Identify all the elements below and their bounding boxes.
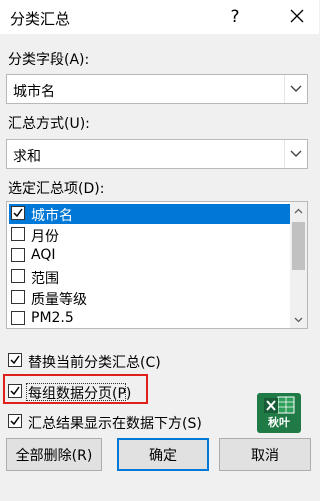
- method-select[interactable]: 求和: [6, 139, 308, 169]
- vertical-scrollbar[interactable]: [290, 202, 307, 328]
- checkbox[interactable]: [11, 227, 25, 241]
- scroll-up-icon[interactable]: [290, 202, 307, 219]
- list-item-label: 范围: [31, 271, 59, 287]
- list-item-label: 质量等级: [31, 292, 87, 308]
- field-select[interactable]: 城市名: [6, 74, 308, 104]
- checkbox-label: 汇总结果显示在数据下方(S): [28, 416, 202, 432]
- checkbox-label: 替换当前分类汇总(C): [28, 355, 161, 371]
- list-item-label: 月份: [31, 229, 59, 245]
- checkbox[interactable]: [11, 311, 25, 325]
- checkbox[interactable]: [8, 414, 22, 428]
- chevron-down-icon[interactable]: [284, 75, 307, 103]
- dialog-title: 分类汇总: [10, 10, 71, 28]
- list-item[interactable]: 范围: [9, 267, 293, 287]
- items-label: 选定汇总项(D):: [8, 181, 105, 197]
- field-select-value: 城市名: [13, 84, 55, 100]
- scroll-thumb[interactable]: [292, 222, 305, 270]
- close-icon[interactable]: [283, 2, 311, 30]
- checkbox[interactable]: [11, 248, 25, 262]
- checkbox[interactable]: [11, 290, 25, 304]
- title-bar: 分类汇总 ?: [0, 0, 319, 34]
- cancel-button[interactable]: 取消: [219, 438, 311, 471]
- field-label: 分类字段(A):: [8, 52, 90, 68]
- list-item[interactable]: 城市名: [9, 204, 293, 224]
- excel-icon: 秋叶: [257, 393, 301, 433]
- help-button[interactable]: ?: [222, 4, 248, 30]
- checkbox[interactable]: [11, 269, 25, 283]
- checkbox-label: 每组数据分页(P): [28, 386, 132, 402]
- list-item[interactable]: PM2.5: [9, 309, 293, 328]
- method-select-value: 求和: [13, 149, 41, 165]
- list-item-label: AQI: [31, 247, 56, 263]
- checkbox[interactable]: [11, 206, 25, 220]
- list-item[interactable]: 质量等级: [9, 288, 293, 308]
- ok-button[interactable]: 确定: [117, 438, 209, 471]
- checkbox[interactable]: [8, 384, 22, 398]
- remove-all-button[interactable]: 全部删除(R): [6, 438, 102, 471]
- list-item-label: 城市名: [31, 208, 73, 224]
- chevron-down-icon[interactable]: [284, 140, 307, 168]
- checkbox[interactable]: [8, 353, 22, 367]
- logo-text: 秋叶: [268, 416, 290, 429]
- list-item[interactable]: AQI: [9, 246, 293, 266]
- scroll-down-icon[interactable]: [290, 311, 307, 328]
- list-item[interactable]: 月份: [9, 225, 293, 245]
- summary-items-list[interactable]: 城市名 月份 AQI 范围 质量等级 PM2.5: [6, 201, 308, 329]
- method-label: 汇总方式(U):: [8, 116, 90, 132]
- list-item-label: PM2.5: [31, 310, 74, 326]
